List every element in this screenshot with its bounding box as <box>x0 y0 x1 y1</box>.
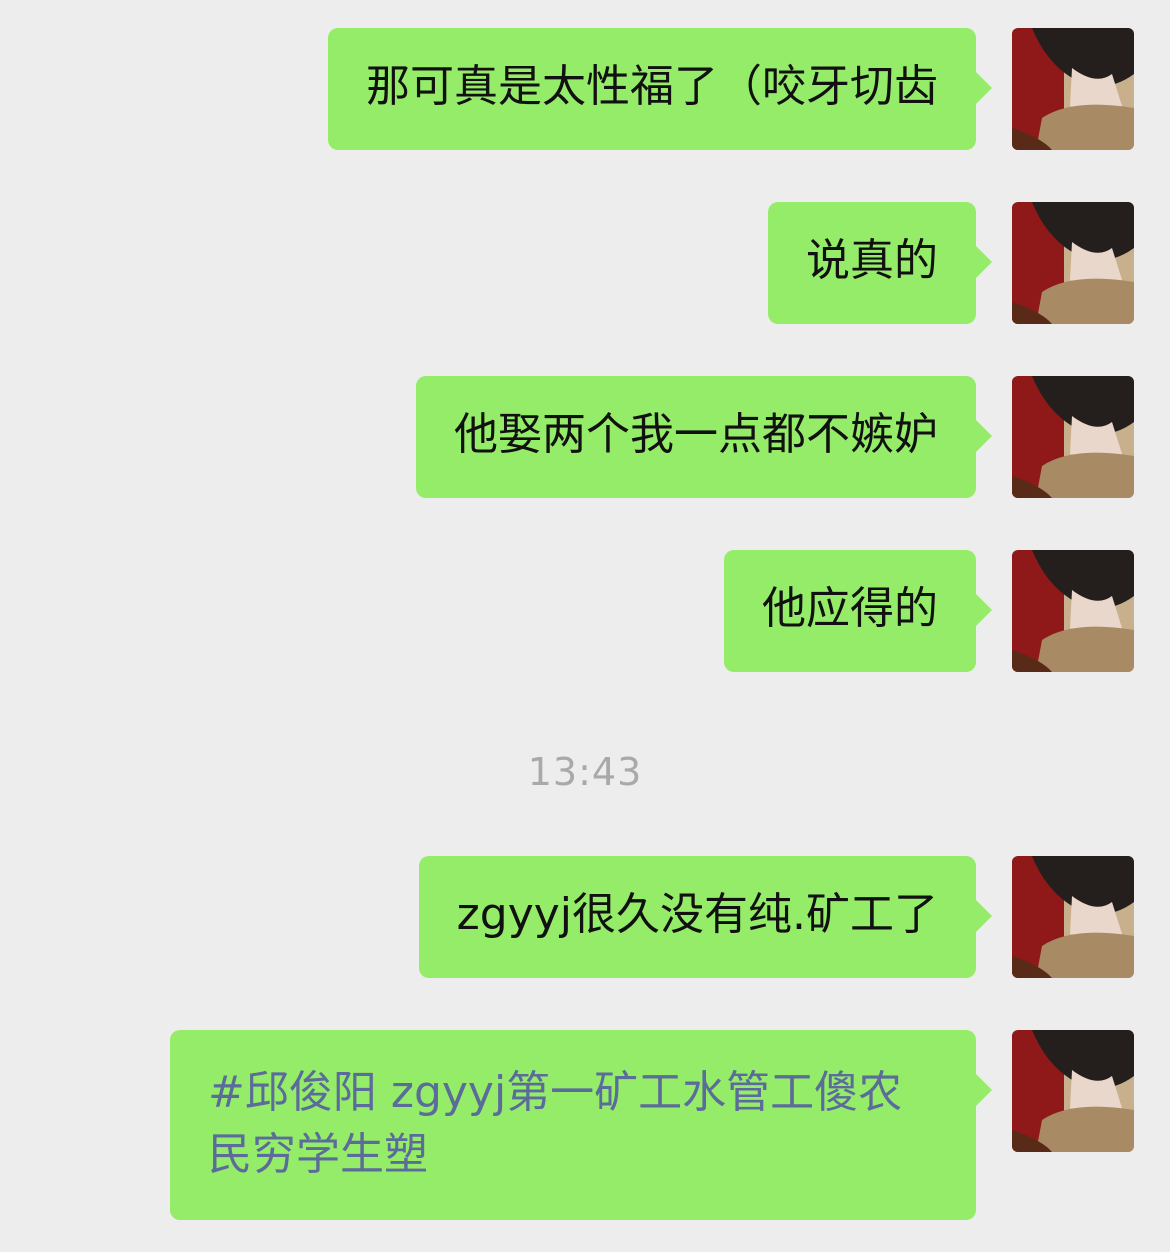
message-bubble-hashtag[interactable]: #邱俊阳 zgyyj第一矿工水管工傻农民穷学生塑 <box>170 1030 992 1220</box>
message-bubble[interactable]: 他娶两个我一点都不嫉妒 <box>416 376 992 498</box>
avatar-image <box>1012 376 1134 498</box>
avatar[interactable] <box>1012 550 1134 672</box>
avatar[interactable] <box>1012 28 1134 150</box>
message-text: 说真的 <box>806 235 938 286</box>
message-text: 他应得的 <box>762 583 938 634</box>
avatar[interactable] <box>1012 1030 1134 1152</box>
message-bubble[interactable]: zgyyj很久没有纯.矿工了 <box>418 856 993 978</box>
message-text: 那可真是太性福了（咬牙切齿 <box>366 61 938 112</box>
avatar-image <box>1012 28 1134 150</box>
message-row: 他应得的 <box>724 550 1134 672</box>
avatar[interactable] <box>1012 202 1134 324</box>
avatar[interactable] <box>1012 376 1134 498</box>
avatar-image <box>1012 202 1134 324</box>
message-bubble[interactable]: 那可真是太性福了（咬牙切齿 <box>328 28 992 150</box>
message-bubble[interactable]: 说真的 <box>768 202 992 324</box>
avatar-image <box>1012 856 1134 978</box>
chat-timestamp: 13:43 <box>527 750 643 794</box>
message-row: zgyyj很久没有纯.矿工了 <box>418 856 1134 978</box>
hashtag-link[interactable]: #邱俊阳 zgyyj第一矿工水管工傻农民穷学生塑 <box>208 1067 902 1180</box>
avatar-image <box>1012 550 1134 672</box>
message-row: 说真的 <box>768 202 1134 324</box>
message-row: #邱俊阳 zgyyj第一矿工水管工傻农民穷学生塑 <box>170 1030 1134 1220</box>
avatar[interactable] <box>1012 856 1134 978</box>
message-bubble[interactable]: 他应得的 <box>724 550 992 672</box>
message-row: 他娶两个我一点都不嫉妒 <box>416 376 1134 498</box>
message-text: zgyyj很久没有纯.矿工了 <box>456 889 938 940</box>
message-text: 他娶两个我一点都不嫉妒 <box>454 409 938 460</box>
message-row: 那可真是太性福了（咬牙切齿 <box>328 28 1134 150</box>
avatar-image <box>1012 1030 1134 1152</box>
